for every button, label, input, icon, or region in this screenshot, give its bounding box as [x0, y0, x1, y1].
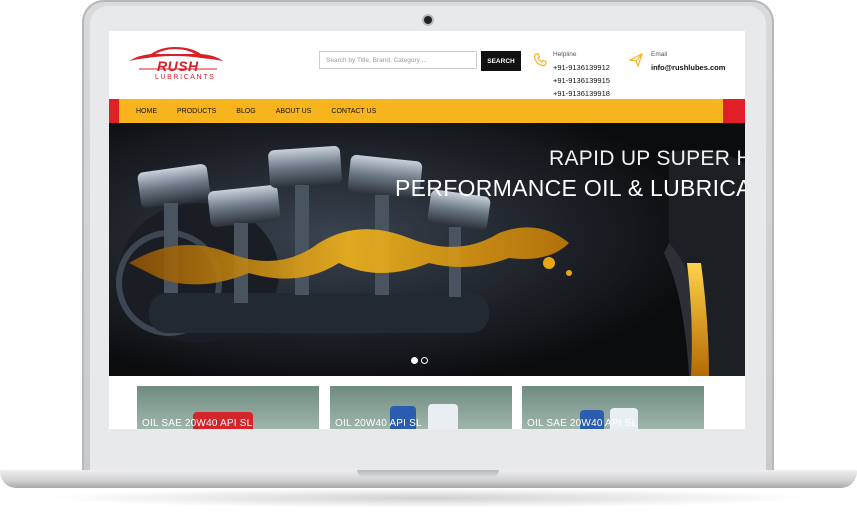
logo-name: RUSH [157, 58, 199, 74]
nav-accent-left [109, 99, 119, 123]
phone-number[interactable]: +91-9136139915 [553, 76, 610, 85]
email-label: Email [651, 51, 668, 58]
nav-item-contact-us[interactable]: CONTACT US [331, 108, 376, 115]
webcam-icon [424, 16, 432, 24]
laptop-shadow [40, 488, 817, 508]
main-nav: HOME PRODUCTS BLOG ABOUT US CONTACT US [109, 99, 745, 123]
search-bar: SEARCH [319, 51, 521, 71]
phone-number[interactable]: +91-9136139918 [553, 89, 610, 98]
email-link[interactable]: info@rushlubes.com [651, 63, 725, 72]
website-screen: RUSH LUBRICANTS SEARCH Helpline +91-9136… [109, 31, 745, 429]
nav-item-about-us[interactable]: ABOUT US [276, 108, 312, 115]
nav-item-blog[interactable]: BLOG [236, 108, 255, 115]
slider-dot[interactable] [421, 357, 428, 364]
slider-dots [411, 357, 428, 364]
product-title: OIL SAE 20W40 API SL [142, 418, 253, 429]
product-card[interactable]: OIL SAE 20W40 API SL [137, 386, 319, 429]
product-title: OIL 20W40 API SL [335, 418, 422, 429]
product-card[interactable]: OIL SAE 20W40 API SL [522, 386, 704, 429]
hero-headline-line2: PERFORMANCE OIL & LUBRICA [395, 175, 745, 201]
site-logo[interactable]: RUSH LUBRICANTS [125, 43, 225, 81]
nav-item-products[interactable]: PRODUCTS [177, 108, 216, 115]
oil-can-image [428, 404, 458, 429]
search-button[interactable]: SEARCH [481, 51, 521, 71]
logo-tagline: LUBRICANTS [155, 74, 216, 81]
helpline-label: Helpline [553, 51, 577, 58]
laptop-notch [357, 470, 499, 477]
paper-plane-icon [629, 53, 643, 67]
nav-accent-right [723, 99, 745, 123]
phone-number[interactable]: +91-9136139912 [553, 63, 610, 72]
search-input[interactable] [319, 51, 477, 69]
nav-item-home[interactable]: HOME [136, 108, 157, 115]
phone-icon [533, 53, 547, 67]
hero-slider[interactable]: RAPID UP SUPER H PERFORMANCE OIL & LUBRI… [109, 123, 745, 376]
slider-dot-active[interactable] [411, 357, 418, 364]
product-title: OIL SAE 20W40 API SL [527, 418, 638, 429]
hero-headline-line1: RAPID UP SUPER H [549, 147, 745, 170]
product-grid: OIL SAE 20W40 API SL OIL 20W40 API SL OI… [109, 376, 745, 429]
product-card[interactable]: OIL 20W40 API SL [330, 386, 512, 429]
